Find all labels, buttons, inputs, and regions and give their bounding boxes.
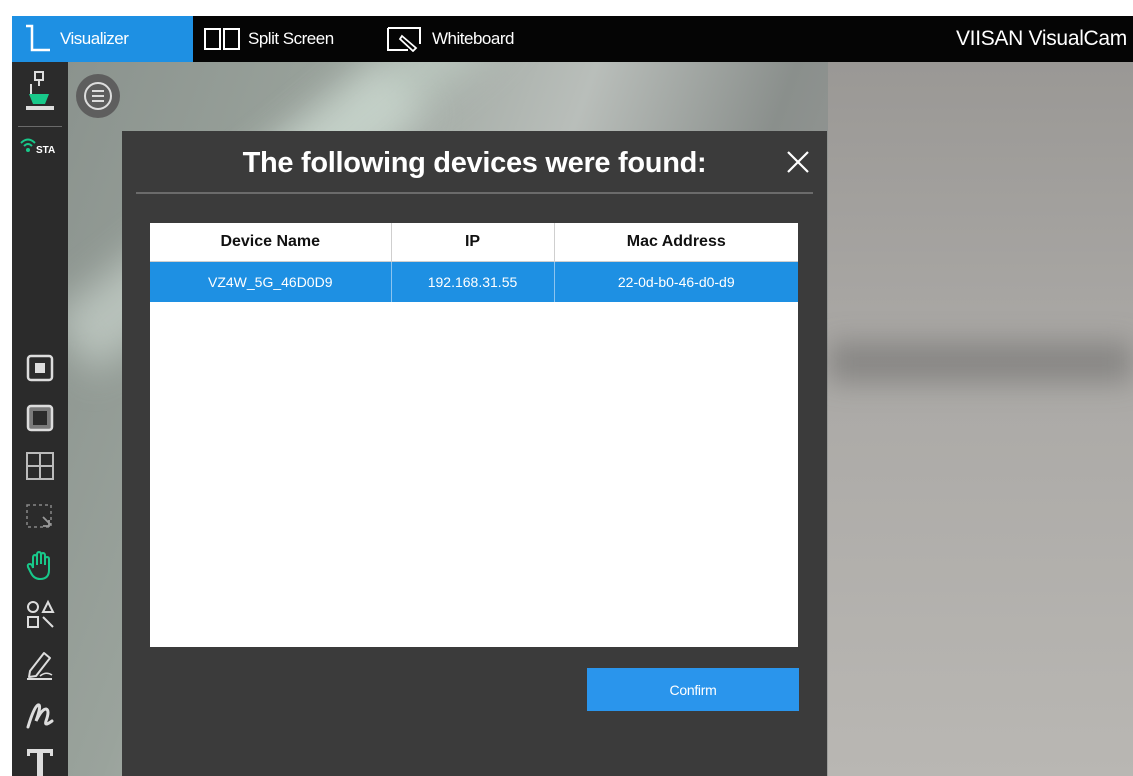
close-icon xyxy=(787,151,809,173)
devices-found-dialog: The following devices were found: Device… xyxy=(122,131,827,776)
visualizer-icon xyxy=(22,22,52,56)
top-bar: Visualizer Split Screen Whiteboard VIISA… xyxy=(12,16,1133,62)
document-camera-button[interactable] xyxy=(12,70,68,118)
close-button[interactable] xyxy=(781,145,815,179)
grid-icon xyxy=(26,452,54,480)
table-row[interactable]: VZ4W_5G_46D0D9 192.168.31.55 22-0d-b0-46… xyxy=(150,261,798,302)
pen-icon xyxy=(27,652,53,680)
dialog-title: The following devices were found: xyxy=(242,147,707,179)
pen-button[interactable] xyxy=(12,646,68,684)
menu-button[interactable] xyxy=(76,74,120,118)
devices-table: Device Name IP Mac Address VZ4W_5G_46D0D… xyxy=(150,223,798,647)
stop-icon xyxy=(26,354,54,382)
tab-whiteboard[interactable]: Whiteboard xyxy=(386,16,514,62)
cell-device-name: VZ4W_5G_46D0D9 xyxy=(150,261,392,302)
freehand-button[interactable] xyxy=(12,696,68,734)
wifi-mode-label: STA xyxy=(36,145,55,156)
tab-label: Whiteboard xyxy=(432,29,514,48)
tab-split-screen[interactable]: Split Screen xyxy=(204,16,334,62)
shapes-icon xyxy=(27,599,55,628)
wifi-sta-button[interactable]: STA xyxy=(12,132,68,160)
menu-icon xyxy=(84,82,112,110)
wifi-icon: STA xyxy=(20,138,55,156)
frame-icon xyxy=(26,404,54,432)
text-icon xyxy=(27,749,53,776)
select-area-button[interactable] xyxy=(12,498,68,534)
grid-button[interactable] xyxy=(12,448,68,484)
whiteboard-icon xyxy=(386,26,424,52)
freehand-icon xyxy=(26,703,54,729)
title-divider xyxy=(136,192,813,194)
tab-label: Split Screen xyxy=(248,29,334,48)
hand-button[interactable] xyxy=(12,548,68,584)
confirm-button[interactable]: Confirm xyxy=(587,668,799,711)
select-area-icon xyxy=(26,504,52,528)
column-header-device-name: Device Name xyxy=(150,223,392,262)
app-title: VIISAN VisualCam xyxy=(955,27,1127,50)
shapes-button[interactable] xyxy=(12,596,68,632)
cell-ip: 192.168.31.55 xyxy=(391,261,555,302)
stop-button[interactable] xyxy=(12,350,68,386)
table-header: Device Name IP Mac Address xyxy=(150,223,798,262)
document-camera-icon xyxy=(23,70,57,119)
frame-button[interactable] xyxy=(12,400,68,436)
left-toolbar: STA xyxy=(12,62,68,776)
hand-icon xyxy=(26,551,50,580)
split-screen-icon xyxy=(204,28,240,50)
column-header-mac-address: Mac Address xyxy=(554,223,798,262)
cell-mac-address: 22-0d-b0-46-d0-d9 xyxy=(554,261,798,302)
column-header-ip: IP xyxy=(391,223,555,262)
app-window: Visualizer Split Screen Whiteboard VIISA… xyxy=(12,16,1133,776)
text-button[interactable] xyxy=(12,746,68,776)
tab-visualizer[interactable]: Visualizer xyxy=(12,16,193,62)
tab-label: Visualizer xyxy=(60,29,129,48)
